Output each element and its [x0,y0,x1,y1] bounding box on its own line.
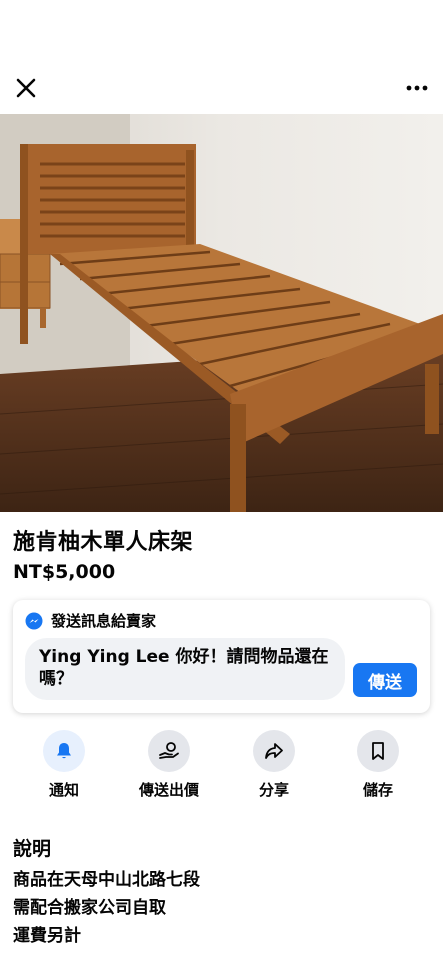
send-offer-label: 傳送出價 [138,781,199,799]
send-button[interactable]: 傳送 [353,663,417,697]
messenger-icon [25,612,43,629]
notify-button[interactable]: 通知 [9,730,119,800]
description-line: 商品在天母中山北路七段 [13,870,200,890]
more-dots-icon [406,85,428,91]
save-icon-circle [357,730,399,772]
offer-icon-circle [148,730,190,772]
notify-icon-circle [43,730,85,772]
share-button[interactable]: 分享 [219,730,329,800]
bookmark-icon [372,742,384,760]
message-heading-row: 發送訊息給賣家 [25,610,156,631]
action-row: 通知 傳送出價 分享 儲存 [0,730,443,802]
notify-label: 通知 [48,781,79,799]
message-heading: 發送訊息給賣家 [51,612,157,630]
listing-photo[interactable] [0,114,443,512]
description-body: 商品在天母中山北路七段 需配合搬家公司自取 運費另計 [13,866,200,950]
save-label: 儲存 [362,781,393,799]
send-offer-button[interactable]: 傳送出價 [114,730,224,800]
more-options-button[interactable] [401,72,433,104]
bed-photo-illustration [0,114,443,512]
close-button[interactable] [10,72,42,104]
top-bar [0,66,443,110]
bell-icon [57,743,71,759]
description-heading: 說明 [13,838,52,860]
listing-price: NT$5,000 [13,561,116,583]
offer-icon [159,742,179,759]
message-input[interactable]: Ying Ying Lee 你好！請問物品還在嗎？ [25,638,345,700]
description-line: 運費另計 [13,926,81,946]
save-button[interactable]: 儲存 [323,730,433,800]
share-icon [265,743,283,759]
share-icon-circle [253,730,295,772]
close-icon [16,78,36,98]
share-label: 分享 [258,781,289,799]
message-seller-card: 發送訊息給賣家 Ying Ying Lee 你好！請問物品還在嗎？ 傳送 [13,600,430,713]
listing-title: 施肯柚木單人床架 [13,530,194,555]
description-line: 需配合搬家公司自取 [13,898,166,918]
